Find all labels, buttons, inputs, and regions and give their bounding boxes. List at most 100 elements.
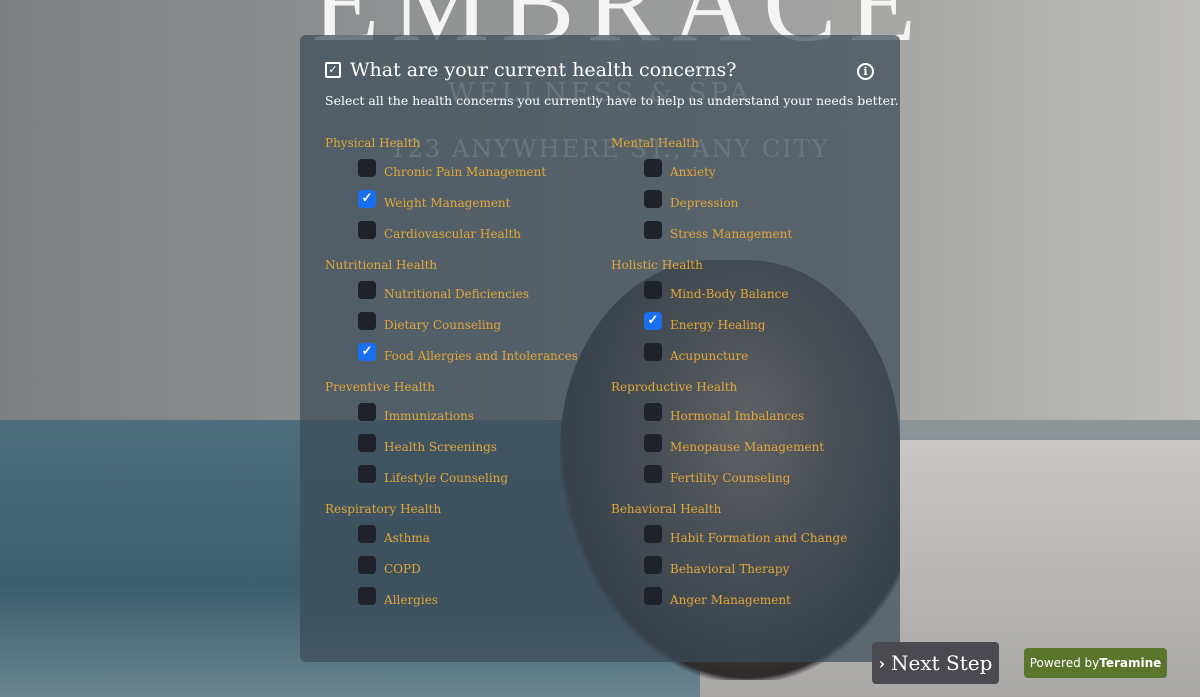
option-item[interactable]: ✓ Energy Healing [611,309,885,340]
checkbox-checked[interactable]: ✓ [358,342,376,361]
option-item[interactable]: Cardiovascular Health [325,218,611,249]
option-label: Immunizations [384,408,475,423]
option-label: Hormonal Imbalances [670,408,805,423]
category-label: Preventive Health [325,380,435,394]
checkbox-unchecked[interactable] [644,555,662,574]
checkbox-question-icon: ✓ [325,62,341,78]
option-item[interactable]: ✓ Food Allergies and Intolerances [325,340,611,371]
powered-brand: Teramine [1099,656,1162,670]
option-item[interactable]: Dietary Counseling [325,309,611,340]
checkbox-unchecked[interactable] [358,220,376,239]
option-item[interactable]: Asthma [325,522,611,553]
option-label: Behavioral Therapy [670,561,790,576]
option-label: Chronic Pain Management [384,164,547,179]
option-item[interactable]: Anxiety [611,156,885,187]
category-group: Preventive Health Immunizations Health Scr… [325,378,611,500]
option-item[interactable]: Immunizations [325,400,611,431]
checkbox-unchecked[interactable] [358,586,376,605]
category-group: Reproductive Health Hormonal Imbalances Me… [611,378,885,500]
powered-by-badge[interactable]: Powered by Teramine [1024,648,1167,678]
option-item[interactable]: Depression [611,187,885,218]
option-item[interactable]: ✓ Weight Management [325,187,611,218]
category-group: Behavioral Health Habit Formation and Cha… [611,500,885,622]
checkbox-unchecked[interactable] [358,311,376,330]
option-label: Energy Healing [670,317,766,332]
option-item[interactable]: Chronic Pain Management [325,156,611,187]
checkbox-unchecked[interactable] [358,280,376,299]
option-item[interactable]: Health Screenings [325,431,611,462]
category-label: Nutritional Health [325,258,438,272]
checkbox-unchecked[interactable] [644,158,662,177]
option-item[interactable]: Habit Formation and Change [611,522,885,553]
checkbox-unchecked[interactable] [644,586,662,605]
checkbox-unchecked[interactable] [644,464,662,483]
option-item[interactable]: Menopause Management [611,431,885,462]
category-group: Nutritional Health Nutritional Deficienci… [325,256,611,378]
category-label: Respiratory Health [325,502,442,516]
option-item[interactable]: Lifestyle Counseling [325,462,611,493]
checkbox-unchecked[interactable] [358,464,376,483]
option-item[interactable]: COPD [325,553,611,584]
checkbox-unchecked[interactable] [358,555,376,574]
option-label: Food Allergies and Intolerances [384,348,578,363]
checkbox-unchecked[interactable] [644,220,662,239]
checkbox-unchecked[interactable] [644,342,662,361]
option-item[interactable]: Stress Management [611,218,885,249]
checkbox-unchecked[interactable] [644,189,662,208]
category-label: Reproductive Health [611,380,738,394]
checkbox-unchecked[interactable] [644,433,662,452]
option-item[interactable]: Allergies [325,584,611,615]
checkbox-unchecked[interactable] [358,524,376,543]
category-group: Respiratory Health Asthma COPD Allergies [325,500,611,622]
option-label: Acupuncture [670,348,749,363]
checkbox-checked[interactable]: ✓ [644,311,662,330]
category-group: Mental Health Anxiety Depression Stress Man… [611,134,885,256]
checkbox-unchecked[interactable] [358,158,376,177]
category-label: Holistic Health [611,258,703,272]
category-label: Physical Health [325,136,421,150]
option-label: COPD [384,561,421,576]
option-label: Dietary Counseling [384,317,502,332]
options-grid: Physical Health Chronic Pain Management ✓ W… [325,134,885,622]
checkbox-unchecked[interactable] [644,402,662,421]
category-label: Behavioral Health [611,502,722,516]
category-group: Holistic Health Mind-Body Balance ✓ Energy … [611,256,885,378]
option-label: Health Screenings [384,439,497,454]
powered-prefix: Powered by [1029,656,1100,670]
option-item[interactable]: Nutritional Deficiencies [325,278,611,309]
next-step-button[interactable]: › Next Step [872,642,999,684]
option-label: Menopause Management [670,439,825,454]
checkbox-unchecked[interactable] [358,433,376,452]
option-label: Weight Management [384,195,511,210]
option-item[interactable]: Anger Management [611,584,885,615]
category-group: Physical Health Chronic Pain Management ✓ W… [325,134,611,256]
checkbox-unchecked[interactable] [358,402,376,421]
option-item[interactable]: Fertility Counseling [611,462,885,493]
option-label: Mind-Body Balance [670,286,789,301]
option-label: Depression [670,195,739,210]
option-label: Asthma [384,530,430,545]
question-description: Select all the health concerns you curre… [325,93,899,108]
checkbox-unchecked[interactable] [644,524,662,543]
option-label: Anxiety [670,164,716,179]
question-title: What are your current health concerns? [350,59,737,81]
question-header: ✓ What are your current health concerns? [325,59,736,81]
option-label: Nutritional Deficiencies [384,286,529,301]
option-label: Allergies [384,592,438,607]
option-label: Habit Formation and Change [670,530,848,545]
option-item[interactable]: Acupuncture [611,340,885,371]
info-icon[interactable]: i [857,63,874,80]
option-label: Stress Management [670,226,793,241]
option-label: Lifestyle Counseling [384,470,509,485]
option-item[interactable]: Behavioral Therapy [611,553,885,584]
option-item[interactable]: Hormonal Imbalances [611,400,885,431]
option-item[interactable]: Mind-Body Balance [611,278,885,309]
option-label: Fertility Counseling [670,470,791,485]
option-label: Anger Management [670,592,791,607]
category-label: Mental Health [611,136,699,150]
checkbox-checked[interactable]: ✓ [358,189,376,208]
checkbox-unchecked[interactable] [644,280,662,299]
chevron-right-icon: › [878,653,885,673]
option-label: Cardiovascular Health [384,226,522,241]
next-step-label: Next Step [891,651,993,675]
